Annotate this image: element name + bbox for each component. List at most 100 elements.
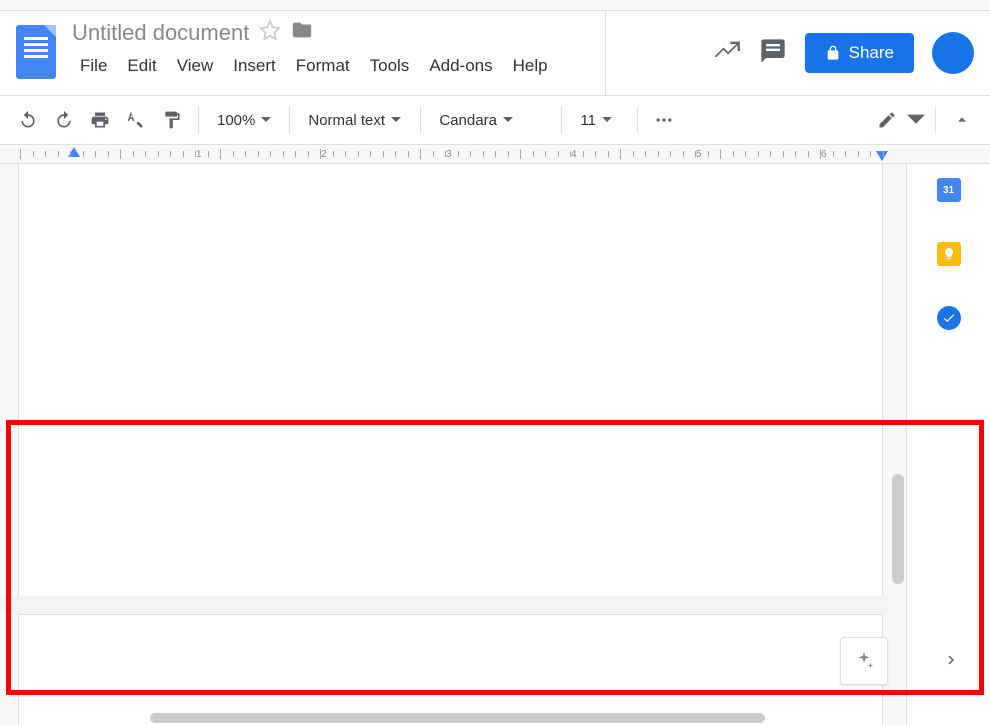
star-icon[interactable] — [259, 19, 281, 46]
ruler-mark: 6 — [821, 149, 827, 160]
ruler-tick — [670, 151, 671, 157]
horizontal-scroll-thumb[interactable] — [150, 713, 765, 723]
undo-button[interactable] — [12, 104, 44, 136]
menu-tools[interactable]: Tools — [362, 52, 418, 80]
explore-button[interactable] — [840, 637, 888, 685]
ruler-tick — [433, 151, 434, 157]
editing-mode-dropdown-icon[interactable] — [907, 104, 925, 136]
vertical-scroll-thumb[interactable] — [892, 474, 904, 584]
ruler-tick — [370, 151, 371, 157]
ruler-tick — [695, 151, 696, 157]
paint-format-button[interactable] — [156, 104, 188, 136]
ruler-mark: 4 — [571, 149, 577, 160]
share-button[interactable]: Share — [805, 33, 914, 73]
ruler-tick — [58, 151, 59, 157]
header-divider — [605, 11, 606, 95]
document-scroll-area[interactable] — [0, 164, 906, 725]
menu-help[interactable]: Help — [505, 52, 556, 80]
document-page-1[interactable] — [18, 164, 883, 604]
menu-view[interactable]: View — [169, 52, 222, 80]
toolbar-separator — [561, 106, 562, 134]
menu-file[interactable]: File — [72, 52, 115, 80]
docs-logo-icon[interactable] — [16, 25, 56, 79]
menu-insert[interactable]: Insert — [225, 52, 284, 80]
ruler-tick — [408, 151, 409, 157]
vertical-scrollbar[interactable] — [888, 164, 906, 725]
font-dropdown[interactable]: Candara — [431, 108, 551, 133]
ruler-tick — [620, 149, 621, 159]
horizontal-scrollbar[interactable] — [0, 711, 888, 725]
browser-chrome-top — [0, 0, 990, 11]
document-title[interactable]: Untitled document — [72, 20, 249, 46]
ruler-tick — [170, 151, 171, 157]
expand-side-panel-icon[interactable] — [942, 651, 960, 669]
ruler-tick — [195, 151, 196, 157]
ruler-tick — [870, 151, 871, 157]
ruler-tick — [108, 151, 109, 157]
ruler-mark: 5 — [696, 149, 702, 160]
tasks-icon[interactable] — [937, 306, 961, 330]
ruler-tick — [770, 151, 771, 157]
toolbar-separator — [289, 106, 290, 134]
ruler-tick — [45, 151, 46, 157]
ruler-tick — [245, 151, 246, 157]
ruler-tick — [333, 151, 334, 157]
ruler-tick — [795, 151, 796, 157]
ruler-tick — [570, 151, 571, 157]
ruler-tick — [658, 151, 659, 157]
page-gap — [0, 596, 906, 614]
editing-mode-button[interactable] — [871, 104, 903, 136]
user-avatar[interactable] — [932, 32, 974, 74]
more-options-button[interactable] — [648, 104, 680, 136]
ruler-tick — [270, 151, 271, 157]
ruler-tick — [395, 151, 396, 157]
font-size-dropdown[interactable]: 11 — [572, 108, 627, 133]
spellcheck-button[interactable] — [120, 104, 152, 136]
ruler-mark: 3 — [446, 149, 452, 160]
ruler-tick — [833, 151, 834, 157]
collapse-toolbar-button[interactable] — [946, 104, 978, 136]
menu-addons[interactable]: Add-ons — [421, 52, 500, 80]
ruler-tick — [308, 151, 309, 157]
ruler-tick — [445, 151, 446, 157]
ruler-tick — [820, 149, 821, 159]
ruler-tick — [283, 151, 284, 157]
redo-button[interactable] — [48, 104, 80, 136]
ruler-tick — [420, 149, 421, 159]
ruler-tick — [145, 151, 146, 157]
document-page-2[interactable] — [18, 614, 883, 725]
move-folder-icon[interactable] — [291, 19, 313, 46]
ruler-tick — [183, 151, 184, 157]
ruler-tick — [33, 151, 34, 157]
ruler-tick — [558, 151, 559, 157]
header-right: Share — [713, 32, 974, 74]
ruler-tick — [458, 151, 459, 157]
ruler-tick — [158, 151, 159, 157]
ruler-tick — [758, 151, 759, 157]
ruler-tick — [783, 151, 784, 157]
calendar-icon[interactable]: 31 — [937, 178, 961, 202]
ruler-tick — [545, 151, 546, 157]
keep-icon[interactable] — [937, 242, 961, 266]
horizontal-ruler[interactable]: 1 2 3 4 5 6 — [0, 145, 990, 164]
ruler-tick — [133, 151, 134, 157]
activity-icon[interactable] — [713, 37, 741, 70]
ruler-tick — [508, 151, 509, 157]
print-button[interactable] — [84, 104, 116, 136]
style-dropdown[interactable]: Normal text — [300, 108, 410, 133]
toolbar-separator — [637, 106, 638, 134]
ruler-tick — [258, 151, 259, 157]
comments-icon[interactable] — [759, 37, 787, 70]
ruler-tick — [83, 151, 84, 157]
share-label: Share — [849, 43, 894, 63]
ruler-tick — [583, 151, 584, 157]
menu-edit[interactable]: Edit — [119, 52, 164, 80]
ruler-tick — [733, 151, 734, 157]
ruler-tick — [720, 149, 721, 159]
toolbar-separator — [198, 106, 199, 134]
ruler-tick — [233, 151, 234, 157]
zoom-dropdown[interactable]: 100% — [209, 108, 279, 133]
ruler-tick — [533, 151, 534, 157]
menu-format[interactable]: Format — [288, 52, 358, 80]
ruler-tick — [295, 151, 296, 157]
